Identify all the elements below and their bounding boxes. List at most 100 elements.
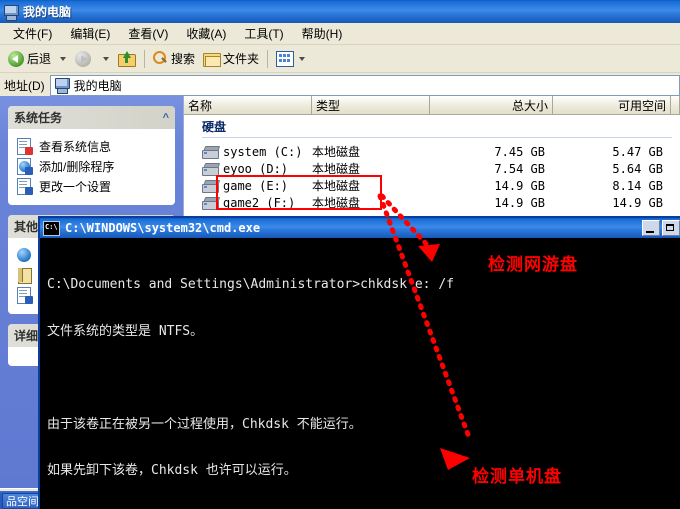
folders-button[interactable]: 文件夹 (199, 48, 263, 70)
hard-disk-icon (202, 145, 221, 159)
folders-button-label: 文件夹 (223, 52, 260, 66)
panel-header-system-tasks[interactable]: 系统任务 ^ (8, 106, 175, 129)
menu-item-view[interactable]: 查看(V) (119, 23, 177, 44)
toolbar-separator-2 (267, 49, 269, 68)
address-value: 我的电脑 (73, 78, 122, 93)
sidebar-item-change-setting[interactable]: 更改一个设置 (16, 178, 169, 195)
hard-disk-icon (202, 196, 221, 210)
back-dropdown-icon[interactable] (60, 56, 67, 61)
row-type-cell: 本地磁盘 (312, 179, 361, 193)
menu-item-help[interactable]: 帮助(H) (293, 23, 352, 44)
panel-title-system-tasks: 系统任务 (14, 111, 63, 125)
forward-button[interactable] (71, 48, 98, 70)
row-free-cell: 5.47 GB (612, 144, 663, 159)
table-row[interactable]: system (C:) 本地磁盘 7.45 GB 5.47 GB (184, 143, 680, 160)
forward-dropdown-icon[interactable] (103, 56, 110, 61)
row-name-cell: game (E:) (184, 179, 312, 193)
row-name-text: system (C:) (223, 144, 303, 159)
column-header-type[interactable]: 类型 (312, 96, 430, 114)
sidebar-label-view-system-info: 查看系统信息 (39, 140, 112, 154)
menu-item-favorites[interactable]: 收藏(A) (177, 23, 235, 44)
annotation-standalone-disk: 检测单机盘 (472, 467, 562, 487)
column-header-name[interactable]: 名称 (184, 96, 312, 114)
add-remove-programs-icon (16, 158, 33, 175)
row-size-cell: 7.45 GB (494, 144, 545, 159)
cmd-line: 由于该卷正在被另一个过程使用，Chkdsk 不能运行。 (47, 416, 362, 432)
window-title: 我的电脑 (23, 5, 72, 19)
hard-disk-icon (202, 162, 221, 176)
cmd-title-bar[interactable]: C:\ C:\WINDOWS\system32\cmd.exe (40, 218, 680, 238)
views-icon (276, 50, 295, 67)
panel-system-tasks: 系统任务 ^ 查看系统信息 添加/删除程序 更改一个设置 (8, 106, 175, 205)
up-button[interactable] (114, 48, 140, 70)
address-my-computer-icon (54, 77, 70, 94)
row-name-cell: game2 (F:) (184, 196, 312, 210)
system-info-icon (16, 138, 33, 155)
maximize-button[interactable] (662, 220, 680, 236)
row-name-cell: eyoo (D:) (184, 162, 312, 176)
row-type-cell: 本地磁盘 (312, 162, 361, 176)
hard-disk-icon (202, 179, 221, 193)
row-free-cell: 8.14 GB (612, 178, 663, 193)
search-button-label: 搜索 (171, 52, 196, 66)
sidebar-item-view-system-info[interactable]: 查看系统信息 (16, 138, 169, 155)
menu-item-tools[interactable]: 工具(T) (235, 23, 292, 44)
column-header-free[interactable]: 可用空间 (553, 96, 671, 114)
menu-bar: 文件(F) 编辑(E) 查看(V) 收藏(A) 工具(T) 帮助(H) (0, 23, 680, 45)
row-name-cell: system (C:) (184, 145, 312, 159)
my-documents-icon (16, 267, 33, 284)
sidebar-label-change-setting: 更改一个设置 (39, 180, 112, 194)
row-free-cell: 5.64 GB (612, 161, 663, 176)
control-panel-icon (16, 287, 33, 304)
minimize-button[interactable] (642, 220, 660, 236)
menu-item-file[interactable]: 文件(F) (4, 23, 61, 44)
annotation-online-game-disk: 检测网游盘 (488, 255, 578, 275)
row-size-cell: 7.54 GB (494, 161, 545, 176)
change-setting-icon (16, 178, 33, 195)
window-title-bar: 我的电脑 (0, 0, 680, 23)
search-icon (153, 51, 168, 66)
table-row[interactable]: eyoo (D:) 本地磁盘 7.54 GB 5.64 GB (184, 160, 680, 177)
cmd-output[interactable]: C:\Documents and Settings\Administrator>… (42, 240, 680, 509)
folder-up-icon (118, 50, 137, 67)
views-dropdown-icon[interactable] (299, 56, 306, 61)
column-header-spare[interactable] (671, 96, 680, 114)
menu-item-edit[interactable]: 编辑(E) (61, 23, 119, 44)
toolbar-separator (144, 49, 146, 68)
back-button-label: 后退 (27, 52, 52, 66)
row-size-cell: 14.9 GB (494, 195, 545, 210)
forward-arrow-icon (75, 50, 92, 67)
search-button[interactable]: 搜索 (149, 48, 199, 70)
column-header-size[interactable]: 总大小 (430, 96, 553, 114)
cmd-window: C:\ C:\WINDOWS\system32\cmd.exe C:\Docum… (38, 216, 680, 509)
row-free-cell: 14.9 GB (612, 195, 663, 210)
row-name-text: eyoo (D:) (223, 161, 289, 176)
cmd-title-text: C:\WINDOWS\system32\cmd.exe (65, 221, 261, 235)
sidebar-label-add-remove-programs: 添加/删除程序 (39, 160, 115, 174)
views-button[interactable] (272, 48, 314, 70)
address-label: 地址(D) (4, 78, 45, 93)
network-places-icon (16, 247, 33, 264)
row-name-text: game (E:) (223, 178, 289, 193)
back-button[interactable]: 后退 (4, 48, 55, 70)
row-type-cell: 本地磁盘 (312, 145, 361, 159)
row-type-cell: 本地磁盘 (312, 196, 361, 210)
group-header-harddisks: 硬盘 (202, 120, 227, 134)
cmd-line: 文件系统的类型是 NTFS。 (47, 323, 204, 339)
row-name-text: game2 (F:) (223, 195, 296, 210)
group-divider (202, 137, 672, 138)
console-icon: C:\ (43, 220, 60, 236)
cmd-line: C:\Documents and Settings\Administrator>… (47, 277, 454, 292)
column-header-row: 名称 类型 总大小 可用空间 (184, 96, 680, 115)
sidebar-item-add-remove-programs[interactable]: 添加/删除程序 (16, 158, 169, 175)
table-row[interactable]: game (E:) 本地磁盘 14.9 GB 8.14 GB (184, 177, 680, 194)
table-row[interactable]: game2 (F:) 本地磁盘 14.9 GB 14.9 GB (184, 194, 680, 211)
chevron-up-icon[interactable]: ^ (163, 112, 169, 124)
back-arrow-icon (8, 50, 24, 67)
cmd-line (47, 370, 680, 386)
folder-icon (203, 52, 222, 67)
panel-body-system-tasks: 查看系统信息 添加/删除程序 更改一个设置 (8, 129, 175, 205)
my-computer-icon (3, 4, 19, 21)
row-size-cell: 14.9 GB (494, 178, 545, 193)
address-input[interactable]: 我的电脑 (49, 74, 680, 96)
